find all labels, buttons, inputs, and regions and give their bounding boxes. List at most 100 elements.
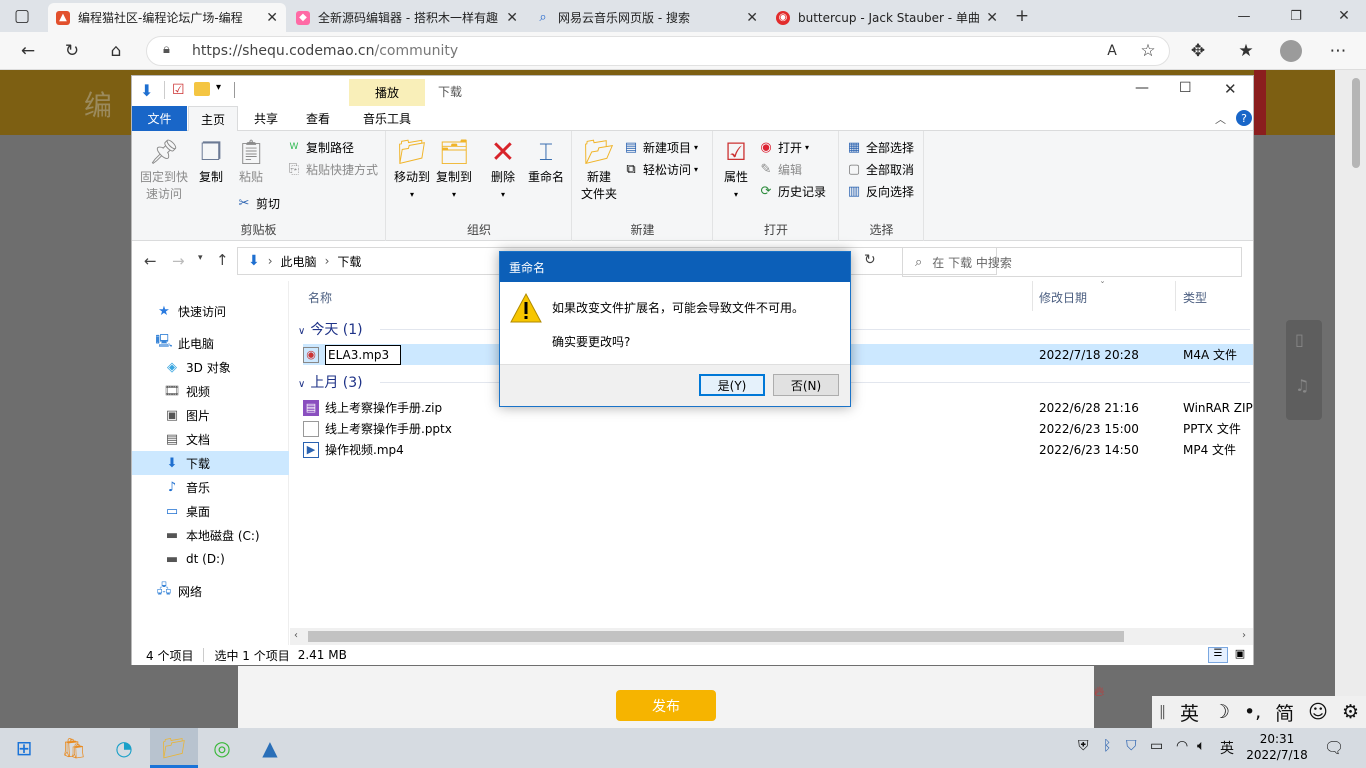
- folder-icon[interactable]: [194, 82, 210, 96]
- profile-avatar[interactable]: [1280, 40, 1302, 62]
- tab-file[interactable]: 文件: [132, 106, 187, 131]
- store-icon[interactable]: 🛍︎: [50, 728, 98, 768]
- sidebar-item-videos[interactable]: 🎞︎ 视频: [132, 379, 289, 403]
- breadcrumb-this-pc[interactable]: 此电脑: [281, 253, 317, 270]
- sidebar-item-drive-c[interactable]: ▬ 本地磁盘 (C:): [132, 523, 289, 547]
- collapse-ribbon-icon[interactable]: ︿: [1215, 111, 1226, 127]
- sidebar-item-this-pc[interactable]: 🖳 此电脑: [132, 331, 289, 355]
- ime-handle-icon[interactable]: ‖: [1159, 704, 1166, 720]
- details-view-icon[interactable]: ☰: [1208, 647, 1228, 663]
- select-none-button[interactable]: ▢ 全部取消: [846, 159, 914, 179]
- defender-icon[interactable]: ⛉: [1126, 738, 1137, 754]
- address-bar[interactable]: 🔒︎ https://shequ.codemao.cn/community: [146, 36, 1170, 66]
- scroll-right-icon[interactable]: ›: [1242, 630, 1246, 641]
- edge-icon[interactable]: ◔: [100, 728, 148, 768]
- refresh-icon[interactable]: ↻: [58, 38, 86, 64]
- paste-button[interactable]: 📋︎ 粘贴: [234, 137, 268, 186]
- paste-shortcut-button[interactable]: ⎘ 粘贴快捷方式: [286, 159, 378, 179]
- sidebar-item-documents[interactable]: ▤ 文档: [132, 427, 289, 451]
- clock[interactable]: 20:31 2022/7/18: [1244, 731, 1310, 763]
- file-explorer-taskbar-icon[interactable]: 📁︎: [150, 728, 198, 768]
- back-icon[interactable]: ←: [14, 38, 42, 64]
- publish-button[interactable]: 发布: [616, 690, 716, 721]
- file-row-mp4[interactable]: ▶ 操作视频.mp4 2022/6/23 14:50 MP4 文件: [303, 439, 1253, 460]
- horizontal-scrollbar[interactable]: ‹ ›: [290, 628, 1253, 645]
- scrollbar-thumb[interactable]: [1352, 78, 1360, 168]
- breadcrumb-downloads[interactable]: 下载: [337, 253, 361, 270]
- invert-selection-button[interactable]: ▥ 反向选择: [846, 181, 914, 201]
- new-item-button[interactable]: ▤ 新建项目 ▾: [623, 137, 698, 157]
- qat-dropdown-icon[interactable]: ▾: [216, 82, 221, 93]
- rename-button[interactable]: ⌶ 重命名: [523, 137, 569, 186]
- tab-home[interactable]: 主页: [188, 106, 238, 131]
- cut-button[interactable]: ✂ 剪切: [236, 193, 280, 213]
- input-language[interactable]: 英: [1220, 738, 1234, 758]
- new-tab-icon[interactable]: +: [1008, 3, 1036, 29]
- move-to-button[interactable]: 📁︎ 移动到 ▾: [391, 137, 433, 203]
- refresh-icon[interactable]: ↻: [864, 252, 876, 268]
- search-input[interactable]: ⌕ 在 下载 中搜索: [902, 247, 1242, 277]
- close-window-icon[interactable]: ✕: [1330, 3, 1358, 29]
- add-favorite-icon[interactable]: ☆: [1134, 38, 1162, 64]
- properties-button[interactable]: ☑ 属性 ▾: [718, 137, 754, 203]
- minimize-icon[interactable]: —: [1135, 80, 1149, 96]
- history-button[interactable]: ⟳ 历史记录: [758, 181, 826, 201]
- group-header-last-month[interactable]: ∨ 上月 (3): [298, 372, 363, 392]
- yes-button[interactable]: 是(Y): [699, 374, 765, 396]
- easy-access-button[interactable]: ⧉ 轻松访问 ▾: [623, 159, 698, 179]
- new-folder-button[interactable]: 📂︎ 新建 文件夹: [579, 137, 619, 203]
- recent-dropdown-icon[interactable]: ▾: [198, 253, 203, 263]
- column-divider[interactable]: [1175, 281, 1176, 311]
- browser-tab-codemao[interactable]: ▲ 编程猫社区-编程论坛广场-编程 ✕: [48, 3, 286, 32]
- photos-icon[interactable]: ▲: [246, 728, 294, 768]
- copy-button[interactable]: ❐ 复制: [194, 137, 228, 186]
- help-icon[interactable]: ?: [1236, 110, 1252, 126]
- close-icon[interactable]: ✕: [1224, 80, 1237, 98]
- copy-path-button[interactable]: W 复制路径: [286, 137, 354, 157]
- delete-button[interactable]: ✕ 删除 ▾: [485, 137, 521, 203]
- shield-tray-icon[interactable]: ⛨: [1078, 738, 1089, 754]
- sidebar-item-desktop[interactable]: ▭ 桌面: [132, 499, 289, 523]
- scroll-left-icon[interactable]: ‹: [294, 630, 298, 641]
- pin-quick-access-button[interactable]: 📌︎ 固定到快速访问: [138, 137, 190, 203]
- forward-icon[interactable]: →: [172, 252, 185, 270]
- sidebar-item-3d-objects[interactable]: ◈ 3D 对象: [132, 355, 289, 379]
- download-arrow-icon[interactable]: ⬇: [140, 81, 153, 100]
- open-button[interactable]: ◉ 打开 ▾: [758, 137, 809, 157]
- mobile-icon[interactable]: ▯: [1295, 330, 1304, 349]
- page-scrollbar[interactable]: [1335, 70, 1366, 728]
- bell-icon[interactable]: ♫: [1295, 376, 1309, 395]
- group-header-today[interactable]: ∨ 今天 (1): [298, 319, 363, 339]
- extensions-icon[interactable]: ✥: [1184, 38, 1212, 64]
- read-aloud-icon[interactable]: A: [1098, 38, 1126, 64]
- column-header-date[interactable]: 修改日期: [1039, 289, 1087, 306]
- ime-moon-icon[interactable]: ☽: [1213, 701, 1230, 723]
- no-button[interactable]: 否(N): [773, 374, 839, 396]
- bluetooth-icon[interactable]: ᛒ: [1103, 738, 1111, 754]
- sidebar-item-network[interactable]: 🖧 网络: [132, 579, 289, 603]
- minimize-icon[interactable]: —: [1230, 3, 1258, 29]
- select-all-button[interactable]: ▦ 全部选择: [846, 137, 914, 157]
- file-row-pptx[interactable]: 线上考察操作手册.pptx 2022/6/23 15:00 PPTX 文件: [303, 418, 1253, 439]
- browser-tab-buttercup[interactable]: ◉ buttercup - Jack Stauber - 单曲 - ✕: [768, 3, 1006, 32]
- sidebar-item-music[interactable]: ♪ 音乐: [132, 475, 289, 499]
- edit-button[interactable]: ✎ 编辑: [758, 159, 802, 179]
- scrollbar-thumb[interactable]: [308, 631, 1124, 642]
- tab-music-tools[interactable]: 音乐工具: [349, 106, 425, 131]
- copy-to-button[interactable]: 🗂︎ 复制到 ▾: [433, 137, 475, 203]
- column-header-name[interactable]: 名称: [308, 289, 332, 306]
- sidebar-item-drive-d[interactable]: ▬ dt (D:): [132, 547, 289, 571]
- properties-check-icon[interactable]: ☑: [172, 82, 185, 98]
- large-icons-view-icon[interactable]: ▣: [1232, 647, 1248, 663]
- ime-punct[interactable]: •,: [1244, 701, 1261, 723]
- close-tab-icon[interactable]: ✕: [986, 10, 998, 26]
- close-tab-icon[interactable]: ✕: [506, 10, 518, 26]
- home-icon[interactable]: ⌂: [102, 38, 130, 64]
- context-tab-play[interactable]: 播放: [349, 79, 425, 106]
- ime-settings-icon[interactable]: ⚙: [1342, 701, 1359, 723]
- rename-input[interactable]: ELA3.mp3: [325, 344, 401, 365]
- back-icon[interactable]: ←: [144, 252, 157, 270]
- tab-actions-icon[interactable]: ▢: [8, 3, 36, 29]
- notification-icon[interactable]: 🗨︎: [1324, 738, 1344, 757]
- volume-icon[interactable]: 🔈︎: [1197, 738, 1205, 754]
